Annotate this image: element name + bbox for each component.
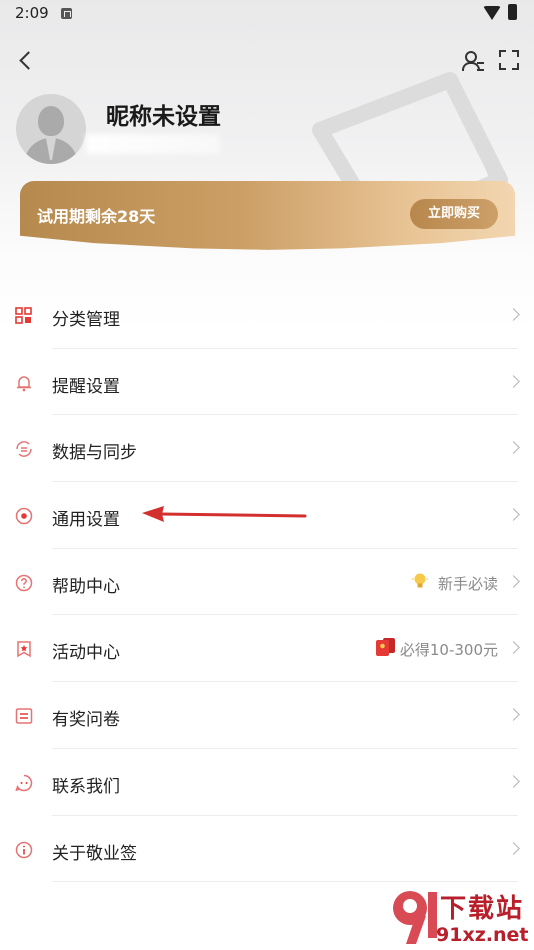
menu-item-activity-center[interactable]: 活动中心 必得10-300元 <box>0 615 534 683</box>
menu-item-label: 分类管理 <box>52 310 120 330</box>
help-center-hint: 新手必读 <box>437 574 498 593</box>
chat-icon <box>15 774 33 791</box>
general-settings-icon <box>15 507 33 525</box>
menu-item-label: 通用设置 <box>52 510 120 531</box>
menu-item-category-management[interactable]: 分类管理 <box>0 282 534 349</box>
back-button[interactable] <box>14 48 40 74</box>
category-grid-icon <box>15 307 32 324</box>
trial-remaining-text: 试用期剩余28天 <box>37 207 156 226</box>
menu-item-label: 帮助中心 <box>52 576 120 597</box>
chevron-right-icon <box>507 841 520 855</box>
menu-item-label: 联系我们 <box>52 776 120 797</box>
divider <box>52 881 518 883</box>
bell-icon <box>17 376 31 392</box>
account-settings-button[interactable] <box>460 48 486 74</box>
menu-item-label: 关于敬业签 <box>52 843 137 864</box>
star-bookmark-icon <box>17 641 31 658</box>
menu-item-label: 活动中心 <box>52 643 120 664</box>
info-icon <box>15 841 33 858</box>
nickname-label[interactable]: 昵称未设置 <box>106 97 221 131</box>
chevron-right-icon <box>507 508 520 521</box>
menu-item-label: 提醒设置 <box>52 376 120 397</box>
red-envelope-icon <box>376 638 395 657</box>
chevron-right-icon <box>507 708 520 721</box>
header-background <box>0 0 534 330</box>
watermark-url: 91xz.net <box>436 924 529 946</box>
menu-item-contact-us[interactable]: 联系我们 <box>0 749 534 816</box>
notification-a-icon <box>61 8 72 19</box>
fullscreen-button[interactable] <box>499 50 519 70</box>
menu-item-label: 有奖问卷 <box>52 710 120 731</box>
watermark-title: 下载站 <box>440 894 525 924</box>
status-time: 2:09 <box>15 4 49 22</box>
chevron-right-icon <box>507 441 520 455</box>
lightbulb-icon <box>412 573 428 588</box>
watermark: 下载站 91xz.net <box>388 886 534 950</box>
wifi-icon <box>483 6 501 20</box>
help-icon <box>15 574 33 591</box>
settings-menu: 分类管理 提醒设置 数据与同步 通用设置 帮助中心 新手必读 活动中心 必得10… <box>0 282 534 883</box>
annotation-arrow-icon <box>142 506 307 522</box>
menu-item-survey[interactable]: 有奖问卷 <box>0 682 534 749</box>
menu-item-reminder-settings[interactable]: 提醒设置 <box>0 349 534 416</box>
chevron-right-icon <box>507 374 520 388</box>
chevron-right-icon <box>507 774 520 788</box>
buy-now-button[interactable]: 立即购买 <box>410 199 498 229</box>
survey-icon <box>15 708 33 724</box>
menu-item-help-center[interactable]: 帮助中心 新手必读 <box>0 549 534 616</box>
activity-center-hint: 必得10-300元 <box>399 641 498 660</box>
account-id-redacted <box>86 134 220 154</box>
sync-icon <box>16 441 32 458</box>
menu-item-about[interactable]: 关于敬业签 <box>0 816 534 883</box>
battery-icon <box>508 4 517 20</box>
menu-item-label: 数据与同步 <box>52 443 137 464</box>
menu-item-data-sync[interactable]: 数据与同步 <box>0 415 534 483</box>
avatar[interactable] <box>16 94 86 164</box>
chevron-right-icon <box>507 308 520 321</box>
chevron-right-icon <box>507 641 520 655</box>
chevron-right-icon <box>507 574 520 588</box>
status-bar: 2:09 <box>0 0 534 28</box>
